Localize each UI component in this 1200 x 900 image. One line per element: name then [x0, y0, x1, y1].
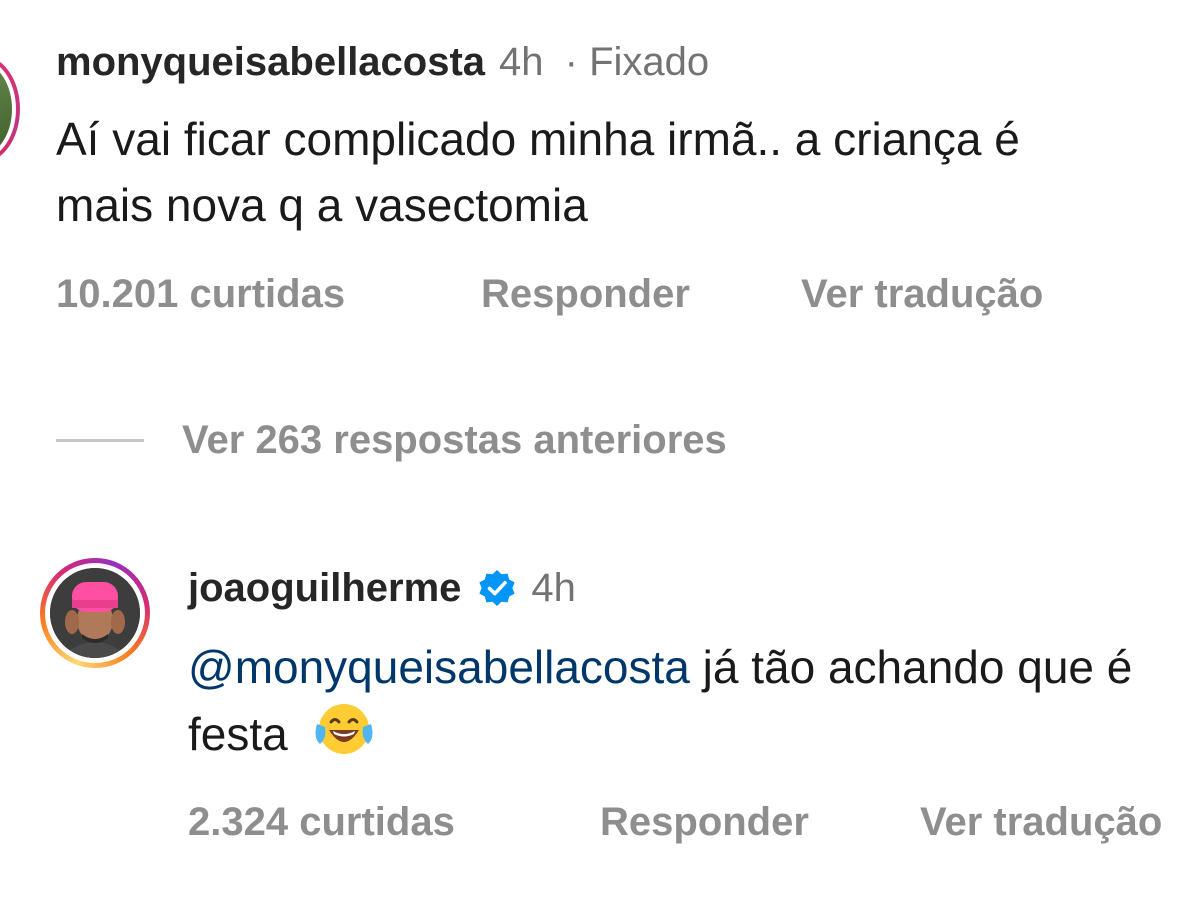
replies-divider-line — [56, 438, 144, 442]
avatar-photo — [0, 63, 12, 155]
comment-header: monyqueisabellacosta 4h · Fixado — [56, 36, 709, 88]
pinned-label: · Fixado — [564, 40, 710, 84]
verified-badge-icon — [479, 570, 515, 606]
commenter-avatar[interactable] — [0, 55, 20, 163]
reply-username[interactable]: joaoguilherme — [188, 560, 461, 616]
comment-reply-button[interactable]: Responder — [481, 268, 801, 320]
reply-actions: 2.324 curtidas Responder Ver tradução — [188, 796, 1162, 848]
reply-avatar[interactable] — [40, 558, 150, 668]
face-with-tears-of-joy-icon — [315, 704, 372, 754]
reply-text: @monyqueisabellacosta já tão achando que… — [188, 634, 1188, 767]
view-previous-replies-label: Ver 263 respostas anteriores — [182, 417, 727, 462]
avatar-person-illustration — [50, 568, 140, 658]
reply-likes-count[interactable]: 2.324 curtidas — [188, 796, 600, 848]
comment-likes-count[interactable]: 10.201 curtidas — [56, 268, 481, 320]
reply-time: 4h — [531, 566, 576, 610]
reply-header: joaoguilherme 4h — [188, 560, 576, 616]
comment-time: 4h — [499, 40, 544, 84]
comment-actions: 10.201 curtidas Responder Ver tradução — [56, 268, 1043, 320]
avatar-ring-gap — [45, 563, 145, 663]
comment-text: Aí vai ficar complicado minha irmã.. a c… — [56, 113, 1020, 231]
reply-reply-button[interactable]: Responder — [600, 796, 920, 848]
reply-translate-button[interactable]: Ver tradução — [920, 796, 1162, 848]
comment-username[interactable]: monyqueisabellacosta — [56, 40, 485, 84]
avatar-photo — [50, 568, 140, 658]
view-previous-replies-button[interactable]: Ver 263 respostas anteriores — [56, 414, 727, 466]
avatar-ring-gap — [0, 59, 16, 159]
reply-mention-link[interactable]: @monyqueisabellacosta — [188, 641, 690, 693]
comment-translate-button[interactable]: Ver tradução — [801, 268, 1043, 320]
